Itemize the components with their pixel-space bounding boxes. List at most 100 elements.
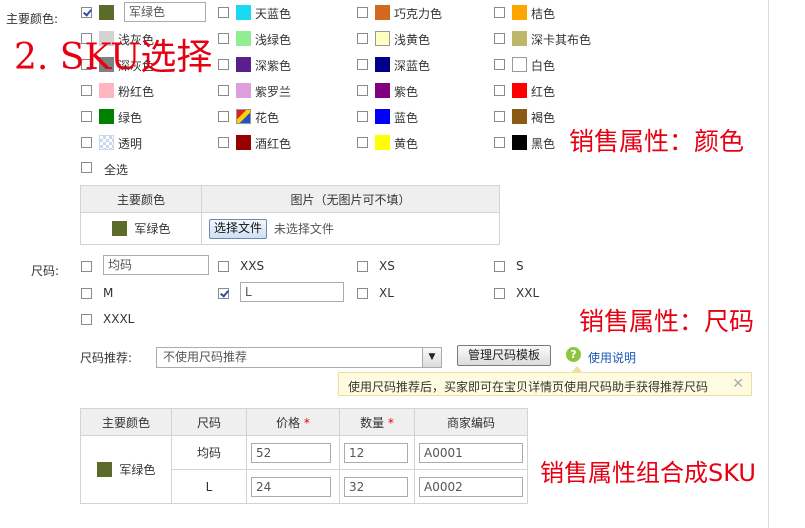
select-all-checkbox[interactable] — [81, 162, 92, 173]
color-swatch — [375, 135, 390, 150]
size-checkbox[interactable] — [81, 261, 92, 272]
chevron-down-icon: ▼ — [422, 348, 441, 367]
color-swatch — [99, 109, 114, 124]
size-checkbox[interactable] — [357, 261, 368, 272]
sku-header-price: 价格 * — [246, 408, 340, 436]
help-icon[interactable]: ? — [566, 347, 581, 362]
color-checkbox[interactable] — [357, 7, 368, 18]
size-name: XS — [379, 259, 395, 273]
quantity-input[interactable]: 12 — [344, 442, 408, 463]
price-input[interactable]: 52 — [251, 442, 331, 463]
color-checkbox[interactable] — [494, 59, 505, 70]
manage-size-template-button[interactable]: 管理尺码模板 — [457, 345, 551, 366]
sku-color-name: 军绿色 — [119, 463, 156, 477]
size-recommend-select[interactable]: 不使用尺码推荐 ▼ — [156, 347, 442, 368]
size-name: XL — [379, 286, 394, 300]
select-all-label: 全选 — [104, 163, 129, 177]
color-checkbox[interactable] — [494, 33, 505, 44]
size-name: XXXL — [103, 312, 135, 326]
sku-header-qty: 数量 * — [339, 408, 415, 436]
size-section-label: 尺码: — [31, 264, 60, 278]
color-name: 蓝色 — [394, 111, 419, 125]
size-name-input[interactable]: 均码 — [103, 255, 209, 275]
color-checkbox[interactable] — [494, 111, 505, 122]
color-checkbox[interactable] — [218, 7, 229, 18]
color-checkbox[interactable] — [494, 85, 505, 96]
color-swatch — [236, 109, 251, 124]
color-name: 黄色 — [394, 137, 419, 151]
size-checkbox[interactable] — [81, 288, 92, 299]
size-name-input[interactable]: L — [240, 282, 344, 302]
color-name: 巧克力色 — [394, 7, 443, 21]
sku-qty-cell: 12 — [339, 435, 415, 470]
color-name: 紫罗兰 — [255, 85, 292, 99]
color-image-table: 主要颜色 图片（无图片可不填） 军绿色 选择文件 未选择文件 — [80, 185, 500, 245]
size-checkbox[interactable] — [357, 288, 368, 299]
color-checkbox[interactable] — [494, 7, 505, 18]
help-link[interactable]: 使用说明 — [588, 349, 636, 366]
sku-table: 主要颜色 尺码 价格 * 数量 * 商家编码 军绿色 均码 52 12 A000… — [80, 408, 528, 504]
color-checkbox[interactable] — [357, 59, 368, 70]
color-name: 透明 — [118, 137, 143, 151]
overlay-title: 2. SKU选择 — [14, 37, 213, 78]
color-name: 红色 — [531, 85, 556, 99]
overlay-sku-label: 销售属性组合成SKU — [540, 459, 756, 487]
size-name: XXS — [240, 259, 265, 273]
color-checkbox[interactable] — [81, 137, 92, 148]
custom-color-name-input[interactable]: 军绿色 — [124, 2, 206, 22]
color-swatch — [99, 5, 114, 20]
color-swatch — [236, 57, 251, 72]
color-swatch — [512, 83, 527, 98]
sku-header-color: 主要颜色 — [80, 408, 172, 436]
color-checkbox[interactable] — [357, 111, 368, 122]
size-checkbox[interactable] — [81, 314, 92, 325]
size-checkbox[interactable] — [218, 288, 229, 299]
size-recommend-label: 尺码推荐: — [80, 351, 133, 365]
color-checkbox[interactable] — [494, 137, 505, 148]
color-name: 深卡其布色 — [531, 33, 592, 47]
choose-file-button[interactable]: 选择文件 — [209, 218, 268, 239]
sku-qty-cell: 32 — [339, 469, 415, 504]
sku-color-cell: 军绿色 — [80, 435, 172, 504]
color-name: 桔色 — [531, 7, 556, 21]
color-checkbox[interactable] — [218, 59, 229, 70]
size-checkbox[interactable] — [494, 261, 505, 272]
merchant-code-input[interactable]: A0001 — [419, 442, 523, 463]
color-swatch — [99, 83, 114, 98]
color-swatch — [375, 83, 390, 98]
color-swatch — [512, 31, 527, 46]
color-name: 褐色 — [531, 111, 556, 125]
color-checkbox[interactable] — [357, 137, 368, 148]
size-checkbox[interactable] — [218, 261, 229, 272]
size-checkbox[interactable] — [494, 288, 505, 299]
color-checkbox[interactable] — [81, 111, 92, 122]
color-swatch — [375, 5, 390, 20]
color-swatch — [512, 109, 527, 124]
color-checkbox[interactable] — [357, 85, 368, 96]
no-file-text: 未选择文件 — [273, 222, 334, 236]
color-name: 紫色 — [394, 85, 419, 99]
color-swatch — [236, 31, 251, 46]
quantity-input[interactable]: 32 — [344, 476, 408, 497]
color-checkbox[interactable] — [81, 7, 92, 18]
sku-header-code: 商家编码 — [414, 408, 528, 436]
color-swatch — [512, 5, 527, 20]
merchant-code-input[interactable]: A0002 — [419, 476, 523, 497]
overlay-size-label: 销售属性：尺码 — [579, 307, 755, 336]
image-table-header-color: 主要颜色 — [80, 185, 202, 213]
color-swatch — [99, 135, 114, 150]
color-checkbox[interactable] — [218, 111, 229, 122]
close-icon[interactable]: ✕ — [732, 376, 744, 392]
color-checkbox[interactable] — [81, 85, 92, 96]
color-swatch — [375, 31, 390, 46]
color-name: 花色 — [255, 111, 280, 125]
price-input[interactable]: 24 — [251, 476, 331, 497]
sku-code-cell: A0002 — [414, 469, 528, 504]
color-checkbox[interactable] — [218, 33, 229, 44]
sku-code-cell: A0001 — [414, 435, 528, 470]
color-checkbox[interactable] — [218, 137, 229, 148]
color-checkbox[interactable] — [218, 85, 229, 96]
size-name: M — [103, 286, 114, 300]
color-checkbox[interactable] — [357, 33, 368, 44]
color-swatch — [375, 57, 390, 72]
